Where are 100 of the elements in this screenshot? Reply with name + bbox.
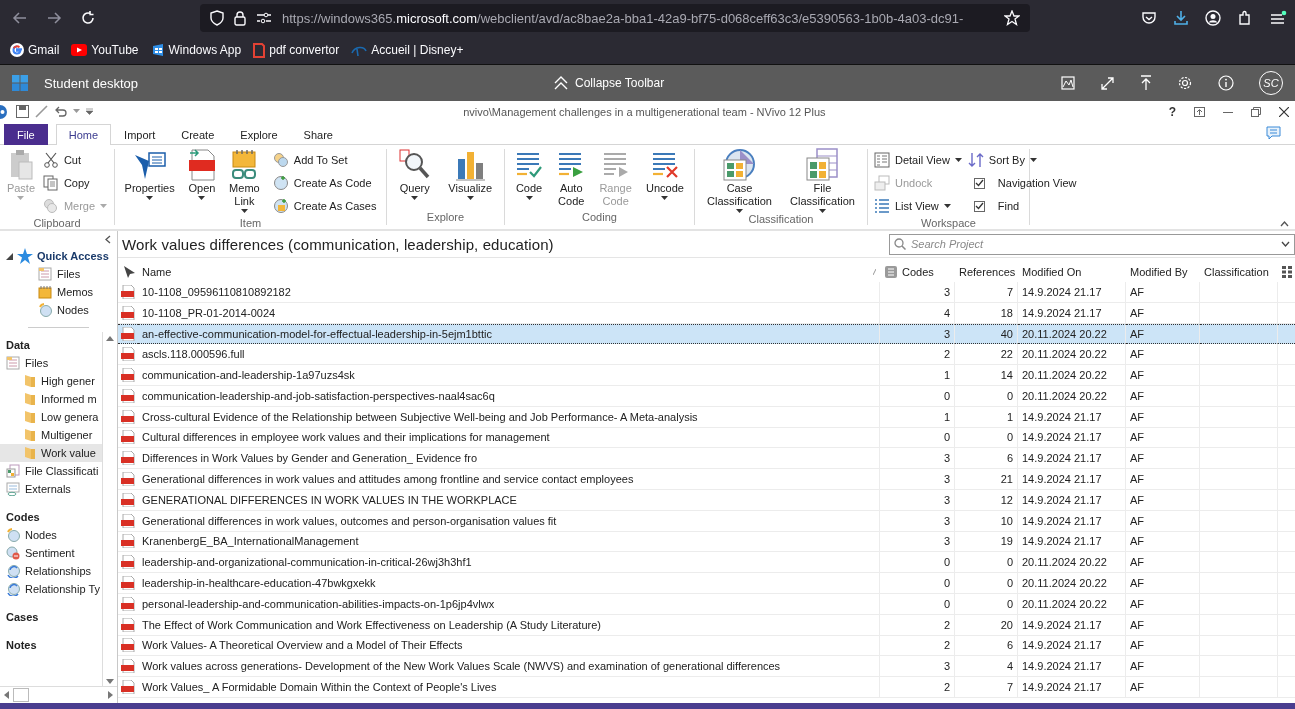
- table-row[interactable]: The Effect of Work Communication and Work Effectiveness on Leadership (A Study Literature) 2 20 14.9.2024 21.17 AF: [118, 614, 1295, 636]
- nav-item[interactable]: Low genera: [0, 408, 102, 426]
- forward-arrow-icon[interactable]: [46, 10, 62, 26]
- ribbon-tab[interactable]: Share: [290, 124, 346, 145]
- table-cell[interactable]: 10-1108_09596110810892182: [138, 282, 880, 303]
- nav-item[interactable]: Relationships: [0, 562, 102, 580]
- table-cell[interactable]: an-effective-communication-model-for-effectual-leadership-in-5ejm1bttic: [138, 323, 880, 345]
- ribbon-button[interactable]: Add To Set: [272, 149, 377, 171]
- nav-item[interactable]: Sentiment: [0, 544, 102, 562]
- scroll-up-icon[interactable]: [106, 336, 114, 341]
- table-row[interactable]: leadership-in-healthcare-education-47bwkgxekk 0 0 20.11.2024 20.22 AF: [118, 573, 1295, 594]
- bookmark-link[interactable]: pdf convertor: [253, 42, 340, 58]
- ribbon-tab[interactable]: Create: [168, 124, 228, 145]
- customize-caret-icon[interactable]: [86, 108, 93, 115]
- bookmark-star-icon[interactable]: [1004, 10, 1020, 26]
- pin-icon[interactable]: [122, 265, 136, 279]
- dropdown-caret-icon[interactable]: [240, 209, 248, 213]
- ribbon-button[interactable]: File Classification: [790, 149, 855, 213]
- quick-access-header[interactable]: Quick Access: [0, 247, 117, 265]
- table-cell[interactable]: ascls.118.000596.full: [138, 344, 880, 366]
- ribbon-button[interactable]: Memo Link: [229, 149, 260, 217]
- scroll-down-icon[interactable]: [106, 679, 114, 684]
- nav-item[interactable]: Nodes: [0, 526, 102, 544]
- dropdown-caret-icon[interactable]: [466, 196, 474, 200]
- nav-item[interactable]: File Classificati: [0, 462, 102, 480]
- table-cell[interactable]: leadership-and-organizational-communication-in-critical-26wj3h3hf1: [138, 552, 880, 574]
- menu-icon[interactable]: [1269, 10, 1287, 26]
- reload-icon[interactable]: [80, 10, 96, 26]
- table-cell[interactable]: Cross-cultural Evidence of the Relationship between Subjective Well-being and Job Performance- A Meta-analysis: [138, 406, 880, 428]
- column-header[interactable]: Name: [142, 266, 172, 278]
- nav-item[interactable]: Memos: [0, 283, 117, 301]
- table-row[interactable]: Generational differences in work values, outcomes and person-organisation values fit 3 10 14.9.2024 21.17 AF: [118, 510, 1295, 532]
- nav-item[interactable]: High gener: [0, 372, 102, 390]
- puzzle-icon[interactable]: [1237, 10, 1253, 26]
- dropdown-caret-icon[interactable]: [1029, 158, 1037, 162]
- search-field[interactable]: Search Project: [889, 233, 1295, 255]
- ribbon-button[interactable]: Auto Code: [557, 149, 586, 211]
- chart-icon[interactable]: [1061, 76, 1075, 90]
- table-cell[interactable]: personal-leadership-and-communication-abilities-impacts-on-1p6jp4vlwx: [138, 593, 880, 615]
- bookmark-link[interactable]: Accueil | Disney+: [351, 43, 464, 57]
- column-header[interactable]: Classification: [1200, 262, 1278, 282]
- save-icon[interactable]: [16, 105, 29, 118]
- nav-item[interactable]: Nodes: [0, 301, 117, 319]
- scroll-left-icon[interactable]: [4, 691, 9, 699]
- table-cell[interactable]: 10-1108_PR-01-2014-0024: [138, 302, 880, 324]
- nav-item[interactable]: Informed m: [0, 390, 102, 408]
- bookmark-link[interactable]: YouTube: [71, 43, 139, 57]
- table-cell[interactable]: Generational differences in work values and attitudes among frontline and service contact employees: [138, 469, 880, 490]
- column-header[interactable]: References: [955, 262, 1018, 282]
- ribbon-button[interactable]: Detail View: [874, 149, 962, 171]
- section-heading[interactable]: Codes: [0, 508, 102, 526]
- maximize-icon[interactable]: [1251, 106, 1261, 117]
- dropdown-caret-icon[interactable]: [943, 204, 951, 208]
- expanded-triangle-icon[interactable]: [6, 252, 13, 260]
- help-button[interactable]: ?: [1168, 104, 1176, 119]
- table-cell[interactable]: KranenbergE_BA_InternationalManagement: [138, 531, 880, 553]
- ribbon-button[interactable]: Code: [515, 149, 544, 211]
- table-cell[interactable]: Work Values_ A Formidable Domain Within the Context of People's Lives: [138, 677, 880, 698]
- table-row[interactable]: Cultural differences in employee work values and their implications for management 0 0 14.9.2024 21.17 AF: [118, 427, 1295, 449]
- section-heading[interactable]: Data: [0, 336, 102, 354]
- table-row[interactable]: Generational differences in work values and attitudes among frontline and service contact employees 3 21 14.9.2024 21.17 AF: [118, 469, 1295, 490]
- table-row[interactable]: KranenbergE_BA_InternationalManagement 3 19 14.9.2024 21.17 AF: [118, 531, 1295, 553]
- undo-icon[interactable]: [54, 105, 67, 118]
- app-logo-icon[interactable]: [0, 104, 10, 119]
- dropdown-caret-icon[interactable]: [411, 196, 419, 200]
- scroll-right-icon[interactable]: [108, 691, 113, 699]
- table-cell[interactable]: leadership-in-healthcare-education-47bwkgxekk: [138, 573, 880, 594]
- table-cell[interactable]: communication-leadership-and-job-satisfaction-perspectives-naal4sac6q: [138, 386, 880, 407]
- table-cell[interactable]: Differences in Work Values by Gender and Generation_ Evidence fro: [138, 448, 880, 470]
- ribbon-button[interactable]: Visualize: [448, 149, 493, 211]
- ribbon-button[interactable]: Copy: [42, 172, 108, 194]
- dropdown-caret-icon[interactable]: [819, 209, 826, 213]
- close-icon[interactable]: [1279, 106, 1289, 117]
- scrollbar[interactable]: [102, 332, 117, 686]
- collapse-ribbon-icon[interactable]: [1280, 221, 1289, 227]
- info-icon[interactable]: [1218, 75, 1234, 91]
- table-row[interactable]: Work Values- A Theoretical Overview and a Model of Their Effects 2 6 14.9.2024 21.17 AF: [118, 635, 1295, 657]
- table-row[interactable]: Cross-cultural Evidence of the Relationship between Subjective Well-being and Job Performance- A Meta-analysis 1 1 14.9.2024 21.17 AF: [118, 406, 1295, 428]
- column-header[interactable]: Modified On: [1018, 262, 1126, 282]
- download-icon[interactable]: [1173, 10, 1189, 26]
- table-row[interactable]: Work Values_ A Formidable Domain Within the Context of People's Lives 2 7 14.9.2024 21.17 AF: [118, 677, 1295, 698]
- ribbon-tab[interactable]: Home: [55, 124, 112, 145]
- ribbon-button[interactable]: Open: [187, 149, 216, 217]
- caret-down-icon[interactable]: [73, 109, 80, 114]
- bookmark-link[interactable]: Windows App: [150, 43, 242, 57]
- table-cell[interactable]: communication-and-leadership-1a97uzs4sk: [138, 365, 880, 386]
- column-chooser-icon[interactable]: [1282, 266, 1292, 278]
- table-row[interactable]: GENERATIONAL DIFFERENCES IN WORK VALUES IN THE WORKPLACE 3 12 14.9.2024 21.17 AF: [118, 489, 1295, 511]
- table-row[interactable]: ascls.118.000596.full 2 22 20.11.2024 20.22 AF: [118, 344, 1295, 366]
- section-heading[interactable]: Cases: [0, 608, 102, 626]
- dropdown-caret-icon[interactable]: [736, 209, 743, 213]
- nav-item[interactable]: Work value: [0, 444, 102, 462]
- ribbon-button[interactable]: Case Classification: [707, 149, 772, 213]
- dropdown-caret-icon[interactable]: [954, 158, 962, 162]
- collapse-toolbar-button[interactable]: Collapse Toolbar: [549, 74, 669, 92]
- nav-item[interactable]: Externals: [0, 480, 102, 498]
- checkbox[interactable]: [973, 200, 985, 212]
- ribbon-button[interactable]: Query: [398, 149, 431, 211]
- table-row[interactable]: personal-leadership-and-communication-abilities-impacts-on-1p6jp4vlwx 0 0 20.11.2024 20.22 AF: [118, 593, 1295, 615]
- table-row[interactable]: an-effective-communication-model-for-effectual-leadership-in-5ejm1bttic 3 40 20.11.2024 20.22 AF: [118, 323, 1295, 345]
